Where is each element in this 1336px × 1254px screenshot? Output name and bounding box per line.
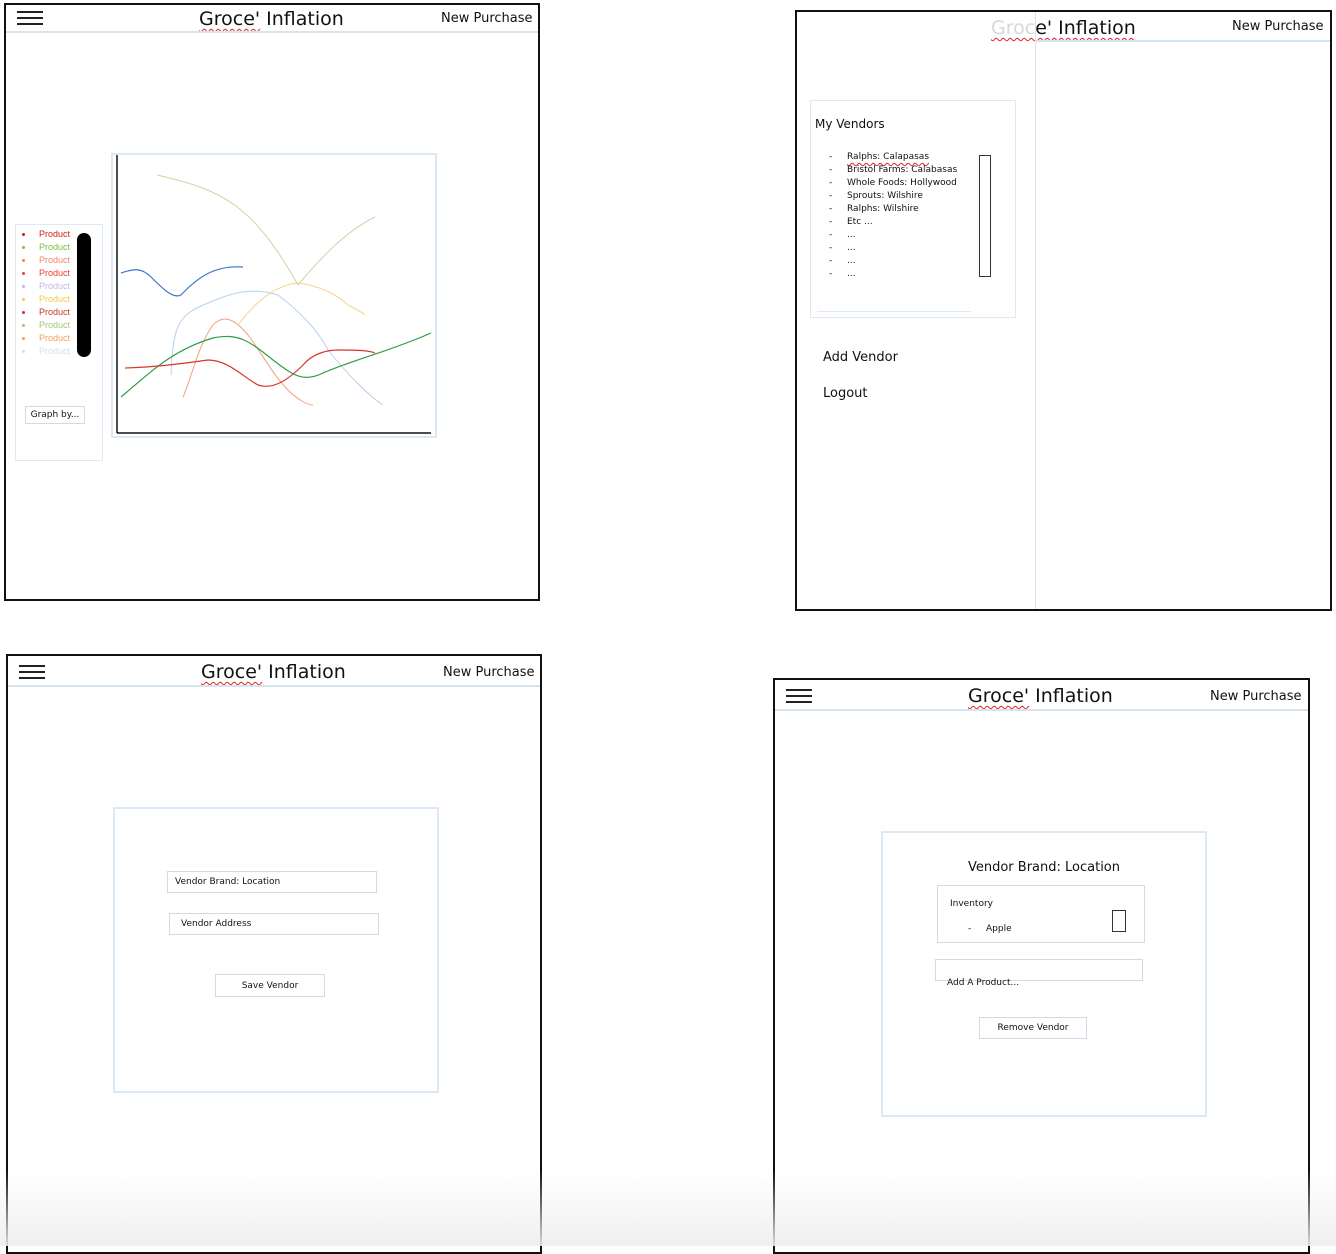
legend-bullet-icon	[22, 298, 25, 302]
chart-panel	[111, 153, 437, 438]
add-vendor-form-panel: Vendor Brand: Location Vendor Address Sa…	[113, 807, 439, 1093]
vendor-name: ...	[847, 256, 856, 266]
legend-item: Product	[22, 242, 70, 252]
legend-item: Product	[22, 229, 70, 239]
series-line-salmon	[182, 318, 314, 406]
redaction-scribble	[77, 233, 91, 357]
vendor-name: Etc ...	[847, 217, 873, 227]
legend-item: Product	[22, 333, 70, 343]
sidebar-frame: Groce' Inflation New Purchase My Vendors…	[795, 10, 1332, 611]
inventory-scrollbar[interactable]	[1112, 910, 1126, 932]
vendor-list-item[interactable]: - Ralphs: Wilshire	[829, 204, 919, 214]
vendor-name: Whole Foods: Hollywood	[847, 178, 957, 188]
new-purchase-link[interactable]: New Purchase	[443, 665, 535, 680]
new-purchase-link[interactable]: New Purchase	[1232, 19, 1324, 34]
app-title-partial: Groce' Inflation	[991, 17, 1136, 39]
vendor-list-item[interactable]: -...	[829, 230, 856, 240]
series-line-red	[124, 349, 376, 387]
app-title: Groce' Inflation	[201, 661, 346, 683]
add-product-input[interactable]: Add A Product...	[935, 959, 1143, 988]
hamburger-menu-icon[interactable]	[17, 11, 43, 25]
legend-label: Product	[39, 320, 71, 330]
series-line-lightblue	[170, 290, 384, 406]
sidebar-divider	[1035, 12, 1036, 609]
legend-bullet-icon	[22, 324, 25, 328]
vendor-name: ...	[847, 230, 856, 240]
vendor-list-item[interactable]: - Whole Foods: Hollywood	[829, 178, 957, 188]
vendor-list-item[interactable]: - Bristol Farms: Calabasas	[829, 165, 957, 175]
legend-label: Product	[39, 281, 71, 291]
save-vendor-button[interactable]: Save Vendor	[215, 974, 325, 997]
legend-label: Product	[39, 255, 71, 265]
legend-bullet-icon	[22, 350, 25, 354]
price-trend-chart	[116, 155, 432, 434]
vendor-name: Sprouts: Wilshire	[847, 191, 923, 201]
legend-item: Product	[22, 346, 70, 356]
vendor-name: Bristol Farms: Calabasas	[847, 165, 958, 175]
legend-label: Product	[39, 242, 71, 252]
vendor-detail-panel: Vendor Brand: Location Inventory - Apple …	[881, 831, 1207, 1117]
legend-label: Product	[39, 268, 71, 278]
app-title: Groce' Inflation	[968, 685, 1113, 707]
legend-item: Product	[22, 281, 70, 291]
app-title: Groce' Inflation	[199, 8, 344, 30]
header-divider	[1035, 40, 1330, 42]
header-divider	[775, 709, 1308, 711]
legend-bullet-icon	[22, 246, 25, 250]
inventory-box: Inventory - Apple	[937, 885, 1145, 943]
vendor-address-input[interactable]: Vendor Address	[169, 913, 379, 935]
legend-bullet-icon	[22, 233, 25, 237]
remove-vendor-button[interactable]: Remove Vendor	[979, 1017, 1087, 1039]
vendor-brand-location-input[interactable]: Vendor Brand: Location	[167, 871, 377, 893]
vendor-list-item[interactable]: - Etc ...	[829, 217, 873, 227]
legend-bullet-icon	[22, 337, 25, 341]
legend-bullet-icon	[22, 285, 25, 289]
header-divider	[6, 31, 538, 33]
vendor-name: Ralphs: Wilshire	[847, 204, 919, 214]
series-line-yellow	[237, 282, 366, 326]
vendor-list-item[interactable]: -...	[829, 269, 856, 279]
legend-label: Product	[39, 294, 71, 304]
legend-bullet-icon	[22, 259, 25, 263]
vendor-name: ...	[847, 269, 856, 279]
vendor-heading: Vendor Brand: Location	[967, 860, 1121, 875]
header-divider	[8, 685, 540, 687]
series-line-beige	[156, 174, 376, 286]
legend-item: Product	[22, 294, 70, 304]
legend-bullet-icon	[22, 272, 25, 276]
legend-panel: Product Product Product Product Product Produ…	[15, 224, 103, 461]
dashboard-frame: Groce' Inflation New Purchase Product Pro…	[4, 3, 540, 601]
legend-bullet-icon	[22, 311, 25, 315]
vendor-name: ...	[847, 243, 856, 253]
new-purchase-link[interactable]: New Purchase	[441, 11, 533, 26]
legend-label: Product	[39, 333, 71, 343]
legend-item: Product	[22, 268, 70, 278]
graph-by-button[interactable]: Graph by...	[25, 406, 85, 424]
legend-item: Product	[22, 307, 70, 317]
hamburger-menu-icon[interactable]	[19, 665, 45, 679]
logout-menu-item[interactable]: Logout	[823, 386, 868, 401]
inventory-item: - Apple	[968, 924, 1012, 934]
legend-item: Product	[22, 255, 70, 265]
legend-item: Product	[22, 320, 70, 330]
vendor-list-item[interactable]: - Sprouts: Wilshire	[829, 191, 923, 201]
add-vendor-frame: Groce' Inflation New Purchase Vendor Bra…	[6, 654, 542, 1254]
vendor-list-scrollbar[interactable]	[979, 155, 991, 277]
legend-label: Product	[39, 346, 71, 356]
legend-label: Product	[39, 229, 71, 239]
legend-label: Product	[39, 307, 71, 317]
new-purchase-link[interactable]: New Purchase	[1210, 689, 1302, 704]
vendor-list-item[interactable]: - Ralphs: Calapasas	[829, 152, 929, 162]
my-vendors-panel: My Vendors - Ralphs: Calapasas - Bristol Fa…	[810, 100, 1016, 318]
vendor-list-item[interactable]: -...	[829, 243, 856, 253]
inventory-label: Inventory	[950, 899, 993, 909]
vendor-list-item[interactable]: -...	[829, 256, 856, 266]
series-line-blue	[120, 266, 244, 297]
my-vendors-title: My Vendors	[815, 117, 885, 131]
vendor-panel-underline	[817, 311, 971, 312]
add-vendor-menu-item[interactable]: Add Vendor	[823, 350, 898, 365]
vendor-detail-frame: Groce' Inflation New Purchase Vendor Bra…	[773, 678, 1310, 1254]
vendor-name: Ralphs: Calapasas	[847, 152, 930, 162]
hamburger-menu-icon[interactable]	[786, 689, 812, 703]
